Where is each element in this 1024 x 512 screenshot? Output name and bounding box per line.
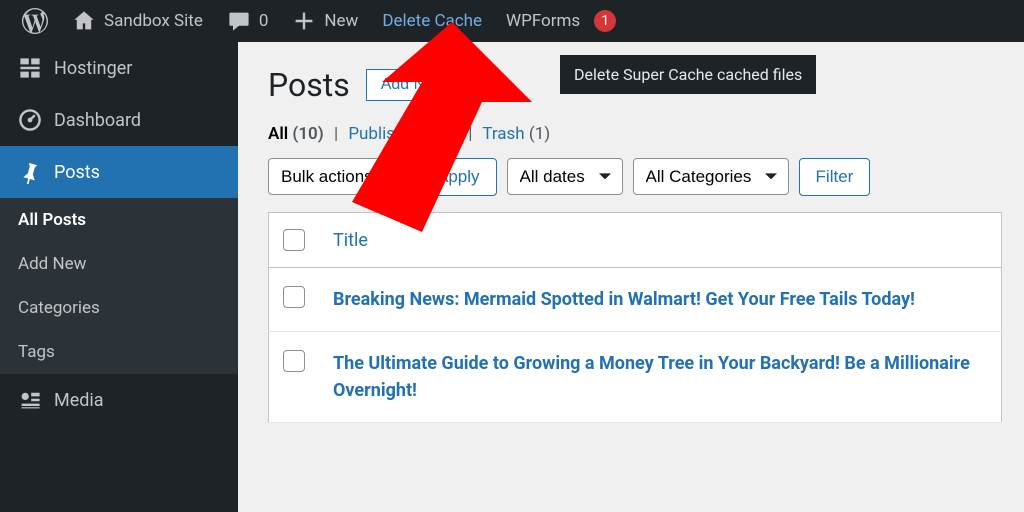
- pin-icon: [18, 160, 42, 184]
- select-all-header: [269, 213, 320, 268]
- status-published[interactable]: Published (10): [348, 124, 458, 144]
- site-name: Sandbox Site: [104, 11, 203, 31]
- sidebar-item-media[interactable]: Media: [0, 374, 238, 426]
- hostinger-icon: [18, 56, 42, 80]
- delete-cache-item[interactable]: Delete Cache: [370, 0, 494, 42]
- categories-select[interactable]: All Categories: [633, 158, 789, 195]
- site-name-item[interactable]: Sandbox Site: [60, 0, 215, 42]
- status-all[interactable]: All (10): [268, 124, 324, 144]
- submenu-tags[interactable]: Tags: [0, 330, 238, 374]
- media-icon: [18, 388, 42, 412]
- sidebar-label: Media: [54, 390, 104, 411]
- submenu-categories[interactable]: Categories: [0, 286, 238, 330]
- add-new-button[interactable]: Add New: [366, 69, 461, 101]
- new-item[interactable]: New: [280, 0, 370, 42]
- status-trash[interactable]: Trash (1): [482, 124, 550, 144]
- wpforms-label: WPForms: [506, 11, 580, 31]
- home-icon: [72, 9, 96, 33]
- delete-cache-tooltip: Delete Super Cache cached files: [560, 55, 816, 94]
- title-column-header[interactable]: Title: [319, 213, 1002, 268]
- sidebar-label: Posts: [54, 162, 100, 183]
- apply-button[interactable]: Apply: [420, 158, 497, 196]
- new-label: New: [324, 11, 358, 31]
- sidebar-item-hostinger[interactable]: Hostinger: [0, 42, 238, 94]
- comments-count: 0: [259, 11, 269, 31]
- wp-logo-item[interactable]: [10, 0, 60, 42]
- sidebar-label: Hostinger: [54, 58, 132, 79]
- plus-icon: [292, 9, 316, 33]
- dates-select[interactable]: All dates: [507, 158, 623, 195]
- wpforms-badge: 1: [594, 10, 616, 32]
- post-title-link[interactable]: Breaking News: Mermaid Spotted in Walmar…: [333, 289, 915, 310]
- table-row: The Ultimate Guide to Growing a Money Tr…: [269, 332, 1002, 423]
- post-title-link[interactable]: The Ultimate Guide to Growing a Money Tr…: [333, 353, 970, 401]
- row-checkbox[interactable]: [283, 286, 305, 308]
- main-content: Posts Add New All (10) | Published (10) …: [238, 42, 1024, 512]
- select-all-checkbox[interactable]: [283, 229, 305, 251]
- posts-submenu: All Posts Add New Categories Tags: [0, 198, 238, 374]
- sidebar-item-posts[interactable]: Posts: [0, 146, 238, 198]
- admin-bar: Sandbox Site 0 New Delete Cache WPForms …: [0, 0, 1024, 42]
- wordpress-icon: [22, 8, 48, 34]
- dashboard-icon: [18, 108, 42, 132]
- bulk-actions-select[interactable]: Bulk actions: [268, 158, 410, 195]
- wpforms-item[interactable]: WPForms 1: [494, 0, 628, 42]
- page-title: Posts: [268, 66, 350, 104]
- comment-icon: [227, 9, 251, 33]
- filter-button[interactable]: Filter: [799, 158, 871, 196]
- admin-sidebar: Hostinger Dashboard Posts All Posts Add …: [0, 42, 238, 512]
- delete-cache-label: Delete Cache: [382, 11, 482, 31]
- posts-table: Title Breaking News: Mermaid Spotted in …: [268, 212, 1002, 423]
- status-filter-links: All (10) | Published (10) | Trash (1): [268, 124, 1002, 144]
- filters-row: Bulk actions Apply All dates All Categor…: [268, 158, 1002, 196]
- row-checkbox[interactable]: [283, 350, 305, 372]
- sidebar-label: Dashboard: [54, 110, 141, 131]
- submenu-add-new[interactable]: Add New: [0, 242, 238, 286]
- comments-item[interactable]: 0: [215, 0, 281, 42]
- table-row: Breaking News: Mermaid Spotted in Walmar…: [269, 268, 1002, 332]
- sidebar-item-dashboard[interactable]: Dashboard: [0, 94, 238, 146]
- submenu-all-posts[interactable]: All Posts: [0, 198, 238, 242]
